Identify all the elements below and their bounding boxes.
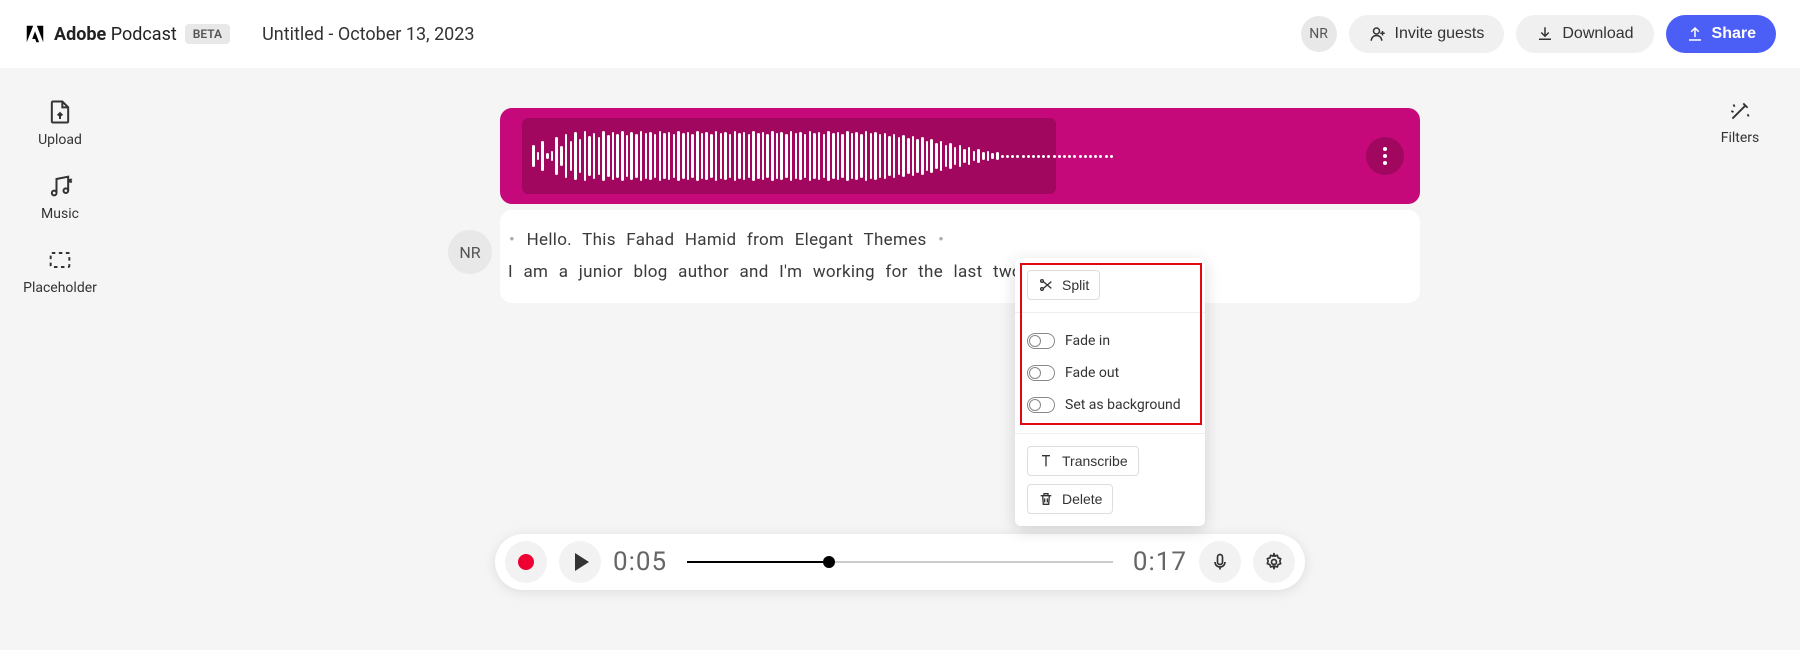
- beta-badge: BETA: [185, 24, 230, 44]
- person-add-icon: [1369, 25, 1387, 43]
- user-avatar[interactable]: NR: [1301, 16, 1337, 52]
- magic-wand-icon: [1727, 98, 1753, 124]
- audio-track[interactable]: [500, 108, 1420, 204]
- trash-icon: [1038, 491, 1054, 507]
- play-icon: [575, 553, 589, 571]
- music-icon: [46, 172, 74, 200]
- fade-out-toggle-row: Fade out: [1027, 357, 1193, 389]
- header-right: NR Invite guests Download Share: [1301, 15, 1776, 53]
- set-background-toggle-row: Set as background: [1027, 389, 1193, 421]
- set-background-toggle[interactable]: [1027, 397, 1055, 413]
- share-button[interactable]: Share: [1666, 15, 1776, 53]
- transcript-block: NR • Hello. This Fahad Hamid from Elegan…: [500, 210, 1420, 303]
- filters-button[interactable]: Filters: [1721, 98, 1760, 146]
- track-menu-button[interactable]: [1366, 137, 1404, 175]
- record-button[interactable]: [505, 541, 547, 583]
- gear-icon: [1264, 552, 1284, 572]
- waveform: [532, 126, 1113, 186]
- mic-button[interactable]: [1199, 541, 1241, 583]
- upload-button[interactable]: Upload: [38, 98, 82, 148]
- invite-guests-button[interactable]: Invite guests: [1349, 15, 1505, 53]
- sidebar-left: Upload Music Placeholder: [0, 68, 120, 650]
- progress-thumb[interactable]: [823, 556, 835, 568]
- delete-button[interactable]: Delete: [1027, 484, 1113, 514]
- time-current: 0:05: [613, 547, 667, 577]
- more-vertical-icon: [1383, 147, 1387, 165]
- fade-in-toggle[interactable]: [1027, 333, 1055, 349]
- upload-file-icon: [46, 98, 74, 126]
- download-button[interactable]: Download: [1516, 15, 1653, 53]
- placeholder-button[interactable]: Placeholder: [23, 246, 97, 296]
- header-left: Adobe Podcast BETA Untitled - October 13…: [24, 23, 475, 45]
- track-context-menu: Split Fade in Fade out Set as background…: [1015, 258, 1205, 526]
- split-icon: [1038, 277, 1054, 293]
- document-title[interactable]: Untitled - October 13, 2023: [262, 24, 474, 45]
- transcribe-button[interactable]: Transcribe: [1027, 446, 1139, 476]
- music-button[interactable]: Music: [41, 172, 79, 222]
- split-button[interactable]: Split: [1027, 270, 1100, 300]
- adobe-logo-icon: [24, 23, 46, 45]
- time-total: 0:17: [1133, 547, 1187, 577]
- download-icon: [1536, 25, 1554, 43]
- sidebar-right: Filters: [1680, 68, 1800, 650]
- placeholder-icon: [46, 246, 74, 274]
- player-bar: 0:05 0:17: [495, 534, 1305, 590]
- play-button[interactable]: [559, 541, 601, 583]
- brand-text: Adobe Podcast: [54, 24, 177, 45]
- main-area: Upload Music Placeholder NR • Hello. Thi…: [0, 68, 1800, 650]
- fade-in-toggle-row: Fade in: [1027, 325, 1193, 357]
- speaker-avatar[interactable]: NR: [448, 230, 492, 274]
- logo-group: Adobe Podcast BETA: [24, 23, 230, 45]
- record-icon: [518, 554, 534, 570]
- mic-icon: [1210, 552, 1230, 572]
- app-header: Adobe Podcast BETA Untitled - October 13…: [0, 0, 1800, 68]
- progress-bar[interactable]: [687, 561, 1113, 563]
- settings-button[interactable]: [1253, 541, 1295, 583]
- text-icon: [1038, 453, 1054, 469]
- fade-out-toggle[interactable]: [1027, 365, 1055, 381]
- share-icon: [1686, 25, 1704, 43]
- progress-fill: [687, 561, 823, 563]
